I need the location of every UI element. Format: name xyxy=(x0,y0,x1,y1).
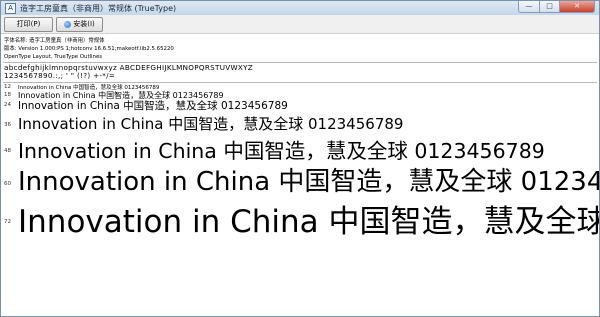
install-shield-icon xyxy=(64,21,72,28)
print-button[interactable]: 打印(P) xyxy=(4,17,53,32)
font-viewer-window: A 造字工房童真（非商用）常规体 (TrueType) — □ ✕ 打印(P) … xyxy=(0,0,600,317)
window-title: 造字工房童真（非商用）常规体 (TrueType) xyxy=(20,3,177,13)
sample-text: Innovation in China 中国智造，慧及全球 0123456789 xyxy=(18,100,288,112)
toolbar: 打印(P) 安装(I) xyxy=(1,15,599,34)
font-info: 字体名称: 造字工房童真（非商用）常规体 版本: Version 1.000;P… xyxy=(4,37,174,61)
print-button-label: 打印(P) xyxy=(16,20,41,28)
font-file-icon: A xyxy=(5,2,16,14)
install-button-label: 安装(I) xyxy=(73,20,95,28)
sample-size: 72 xyxy=(4,219,11,225)
sample-text: Innovation in China 中国智造，慧及全球 0123456789 xyxy=(18,167,600,197)
charset-symbols: 1234567890.:,; ' " (!?) +-*/= xyxy=(4,71,116,80)
features-line: OpenType Layout, TrueType Outlines xyxy=(4,54,103,60)
sample-size: 60 xyxy=(4,181,11,187)
sample-size: 24 xyxy=(4,102,11,108)
font-name-line: 字体名称: 造字工房童真（非商用）常规体 xyxy=(4,38,105,44)
sample-size: 18 xyxy=(4,92,11,98)
sample-text: Innovation in China 中国智造，慧及全球 0123456789 xyxy=(18,139,545,163)
sample-size: 48 xyxy=(4,148,11,154)
maximize-button[interactable]: □ xyxy=(540,1,560,13)
title-bar[interactable]: A 造字工房童真（非商用）常规体 (TrueType) — □ ✕ xyxy=(1,1,599,15)
sample-text: Innovation in China 中国智造，慧及全球 0123456789 xyxy=(18,115,404,133)
sample-text: Innovation in China 中国智造，慧及全球 0123456789 xyxy=(18,204,600,240)
install-button[interactable]: 安装(I) xyxy=(56,17,103,32)
version-line: 版本: Version 1.000;PS 1;hotconv 16.6.51;m… xyxy=(4,46,174,52)
sample-size: 12 xyxy=(4,84,11,90)
sample-size: 36 xyxy=(4,122,11,128)
close-button[interactable]: ✕ xyxy=(560,1,595,13)
window-controls: — □ ✕ xyxy=(518,1,595,13)
minimize-button[interactable]: — xyxy=(518,1,540,13)
